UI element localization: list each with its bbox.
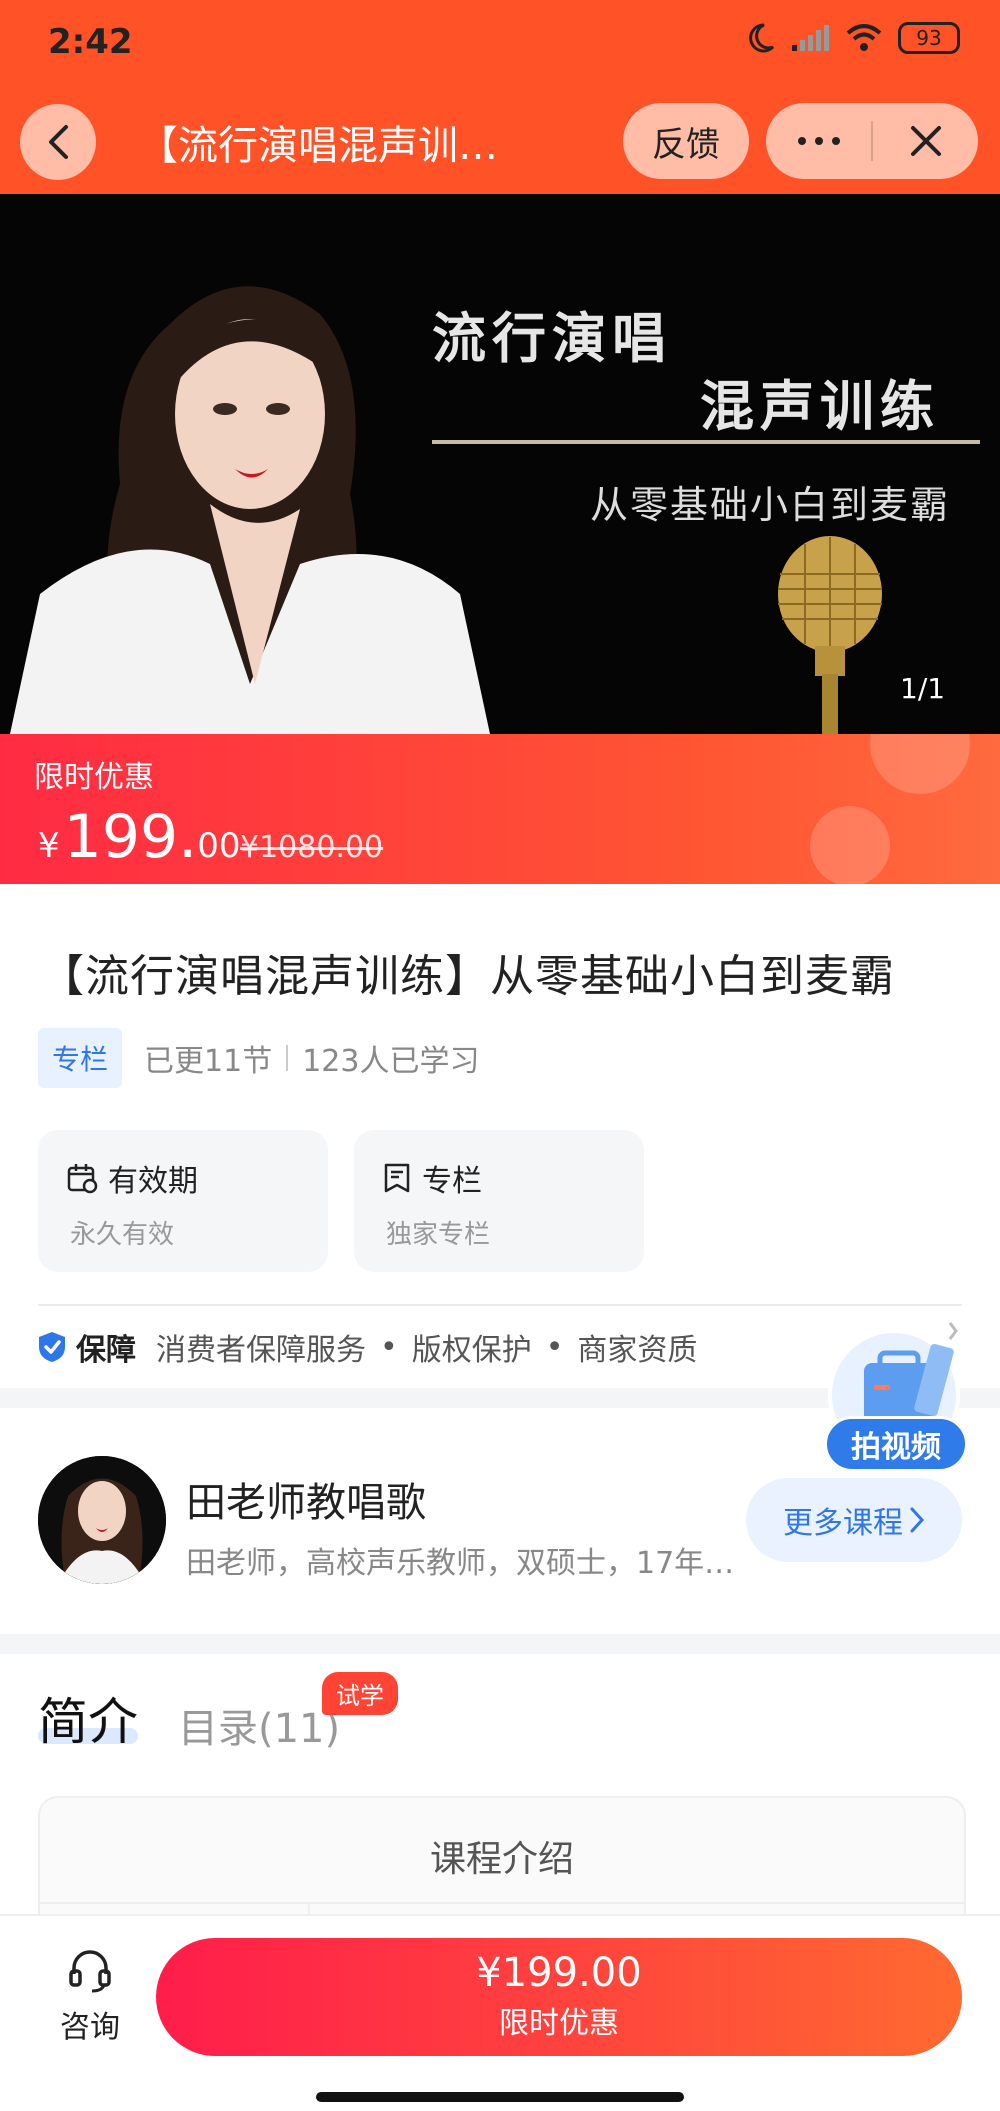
tab-intro[interactable]: 简介 xyxy=(38,1682,138,1754)
mini-program-capsule xyxy=(766,103,978,179)
more-dots-icon xyxy=(797,137,840,145)
validity-title: 有效期 xyxy=(108,1164,198,1199)
promo-label: 限时优惠 xyxy=(34,760,154,795)
more-courses-label: 更多课程 xyxy=(783,1506,903,1541)
intro-card-title: 课程介绍 xyxy=(429,1839,574,1880)
battery-indicator: 93 xyxy=(898,22,960,54)
calendar-icon xyxy=(67,1164,98,1194)
bottom-bar: 咨询 ¥199.00 限时优惠 xyxy=(0,1914,1000,2111)
shield-check-icon xyxy=(39,1332,65,1362)
back-arrow-icon xyxy=(49,125,68,159)
section-gap xyxy=(0,1634,1000,1654)
status-icons: 93 xyxy=(746,22,960,54)
header: 2:42 93 【流行演唱混声训… 反馈 xyxy=(0,0,1000,194)
guarantee-title: 保障 xyxy=(76,1333,136,1368)
column-card-head: 专栏 xyxy=(382,1156,482,1200)
dot-separator: • xyxy=(545,1329,564,1365)
back-button[interactable] xyxy=(20,104,96,180)
decor-bubble xyxy=(870,734,970,794)
validity-value: 永久有效 xyxy=(70,1220,175,1250)
more-options-button[interactable] xyxy=(766,103,871,179)
bookmark-icon xyxy=(384,1163,410,1193)
banner-title-line1: 流行演唱 xyxy=(432,306,672,370)
home-indicator xyxy=(316,2092,684,2102)
close-button[interactable] xyxy=(873,103,978,179)
current-price: ¥ 199. 00 xyxy=(38,802,241,872)
moon-icon xyxy=(749,23,775,53)
intro-card-divider xyxy=(40,1902,964,1904)
more-courses-button[interactable]: 更多课程 xyxy=(746,1478,962,1562)
close-icon xyxy=(910,126,941,156)
column-tag: 专栏 xyxy=(38,1028,123,1088)
price-integer: 199. xyxy=(63,802,198,872)
buy-promo: 限时优惠 xyxy=(499,2006,619,2041)
column-title: 专栏 xyxy=(422,1164,482,1199)
guarantee-row[interactable]: 保障 消费者保障服务 • 版权保护 • 商家资质 xyxy=(36,1325,697,1369)
trial-badge: 试学 xyxy=(322,1672,398,1715)
consult-button[interactable]: 咨询 xyxy=(50,1946,130,2046)
avatar[interactable] xyxy=(38,1456,166,1584)
decor-bubble xyxy=(810,806,890,884)
course-banner[interactable]: 流行演唱 混声训练 从零基础小白到麦霸 1/1 xyxy=(0,194,1000,734)
guarantee-item: 消费者保障服务 xyxy=(156,1333,366,1368)
price-strip: 限时优惠 ¥ 199. 00 ¥1080.00 xyxy=(0,734,1000,884)
divider xyxy=(38,1304,962,1306)
shoot-video-button[interactable]: 拍视频 xyxy=(824,1416,968,1472)
wifi-icon xyxy=(846,24,882,51)
nav-title: 【流行演唱混声训… xyxy=(138,123,498,169)
teacher-avatar-image xyxy=(38,1456,166,1584)
dot-separator: • xyxy=(380,1329,398,1365)
validity-card: 有效期 永久有效 xyxy=(38,1130,328,1272)
validity-card-head: 有效期 xyxy=(66,1156,198,1200)
original-price: ¥1080.00 xyxy=(240,830,384,865)
buy-button[interactable]: ¥199.00 限时优惠 xyxy=(156,1938,962,2056)
signal-icon xyxy=(792,25,829,51)
learner-count: 123人已学习 xyxy=(302,1044,480,1079)
column-value: 独家专栏 xyxy=(386,1220,491,1250)
banner-divider xyxy=(432,440,980,444)
column-card: 专栏 独家专栏 xyxy=(354,1130,644,1272)
banner-counter: 1/1 xyxy=(900,672,946,705)
updated-count: 已更11节 xyxy=(144,1044,273,1079)
banner-title-line2: 混声训练 xyxy=(700,374,940,438)
microphone-icon xyxy=(778,536,882,734)
price-decimal: 00 xyxy=(197,826,241,866)
banner-subtitle: 从零基础小白到麦霸 xyxy=(590,483,951,527)
chevron-right-icon xyxy=(910,1507,925,1533)
teacher-description: 田老师，高校声乐教师，双硕士，17年… xyxy=(186,1546,735,1581)
guarantee-item: 商家资质 xyxy=(577,1333,698,1368)
headset-icon xyxy=(69,1950,111,1993)
teacher-name[interactable]: 田老师教唱歌 xyxy=(186,1470,426,1528)
tab-catalog[interactable]: 目录(11) xyxy=(178,1696,340,1754)
currency-symbol: ¥ xyxy=(38,826,60,866)
course-meta: 专栏 已更11节 123人已学习 xyxy=(38,1028,479,1088)
meta-divider xyxy=(286,1045,289,1071)
buy-price: ¥199.00 xyxy=(476,1950,642,1996)
feedback-button[interactable]: 反馈 xyxy=(623,103,749,179)
guarantee-item: 版权保护 xyxy=(411,1333,532,1368)
course-title: 【流行演唱混声训练】从零基础小白到麦霸 xyxy=(40,951,895,1002)
status-time: 2:42 xyxy=(48,22,133,62)
consult-label: 咨询 xyxy=(60,2010,120,2045)
app-root: 2:42 93 【流行演唱混声训… 反馈 流行演唱 混声训练 从零基础小白到麦霸… xyxy=(0,0,1000,2111)
